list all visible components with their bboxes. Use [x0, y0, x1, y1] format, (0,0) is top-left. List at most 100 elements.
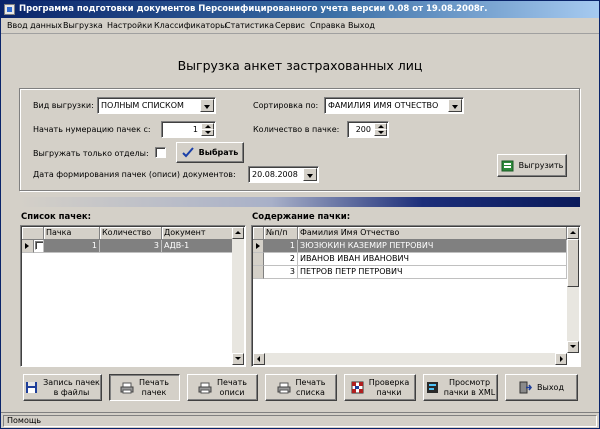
row-indicator: [253, 266, 264, 279]
only-departments-label: Выгружать только отделы:: [33, 149, 149, 158]
cell-full-name: ЗЮЗЮКИН КАЗЕМИР ПЕТРОВИЧ: [298, 240, 567, 253]
packs-grid-header: Пачка Количество Документ: [22, 227, 233, 240]
cell-pack: 1: [44, 240, 100, 253]
contents-grid-header: №п/п Фамилия Имя Отчество: [253, 227, 567, 240]
sort-value: ФАМИЛИЯ ИМЯ ОТЧЕСТВО: [328, 101, 439, 110]
start-number-label: Начать нумерацию пачек с:: [33, 125, 151, 134]
app-icon: [4, 4, 15, 15]
row-indicator: [253, 240, 264, 253]
write-packs-label-line1: Запись пачек: [43, 377, 100, 387]
export-button[interactable]: Выгрузить: [497, 154, 567, 177]
current-row-arrow-icon: [256, 243, 260, 249]
checker-icon: [351, 381, 364, 394]
status-bar: Помощь: [1, 412, 599, 428]
print-packs-button[interactable]: Печать пачек: [109, 374, 180, 401]
export-type-select[interactable]: ПОЛНЫМ СПИСКОМ: [97, 97, 216, 114]
check-pack-button[interactable]: Проверка пачки: [344, 374, 416, 401]
header-corner: [22, 227, 44, 240]
chevron-down-icon[interactable]: [303, 168, 317, 181]
row-indicator: [22, 240, 34, 253]
window-title: Программа подготовки документов Персониф…: [19, 4, 488, 14]
export-button-label: Выгрузить: [518, 160, 564, 170]
cell-count: 3: [100, 240, 162, 253]
pack-contents-grid[interactable]: №п/п Фамилия Имя Отчество 1 ЗЮЗЮКИН КАЗЕ…: [251, 225, 581, 367]
pack-size-value: 200: [355, 125, 371, 134]
scroll-up-icon[interactable]: [567, 227, 579, 239]
contents-horizontal-scrollbar[interactable]: [253, 353, 567, 365]
pack-size-spinner[interactable]: 200: [347, 121, 389, 138]
print-list-label-line2: списка: [296, 387, 325, 397]
exit-door-icon: [519, 381, 533, 394]
packs-grid[interactable]: Пачка Количество Документ 1 3 АДВ-1: [20, 225, 246, 367]
print-list-button[interactable]: Печать списка: [265, 374, 337, 401]
view-xml-label-line2: пачки в XML: [443, 387, 496, 397]
printer-icon: [120, 382, 134, 393]
menu-item-exit[interactable]: Выход: [348, 20, 375, 32]
only-departments-checkbox[interactable]: [155, 147, 166, 158]
print-inventory-button[interactable]: Печать описи: [187, 374, 258, 401]
chevron-down-icon[interactable]: [200, 99, 214, 112]
spin-down-icon[interactable]: [374, 129, 387, 136]
contents-vertical-scrollbar[interactable]: [567, 227, 579, 353]
date-label: Дата формирования пачек (описи) документ…: [33, 170, 236, 179]
printer-icon: [198, 382, 212, 393]
export-type-label: Вид выгрузки:: [33, 101, 94, 110]
start-number-spinner[interactable]: 1: [161, 121, 216, 138]
scroll-down-icon[interactable]: [567, 341, 579, 353]
exit-button-label: Выход: [537, 382, 564, 392]
menu-item-classifiers[interactable]: Классификаторы: [154, 20, 226, 32]
cell-number: 2: [264, 253, 298, 266]
table-row[interactable]: 1 ЗЮЗЮКИН КАЗЕМИР ПЕТРОВИЧ: [253, 240, 567, 253]
checkmark-icon: [181, 147, 194, 158]
export-icon: [501, 160, 514, 172]
spin-down-icon[interactable]: [201, 129, 214, 136]
table-row[interactable]: 3 ПЕТРОВ ПЕТР ПЕТРОВИЧ: [253, 266, 567, 279]
write-packs-to-files-button[interactable]: Запись пачек в файлы: [23, 374, 102, 401]
choose-button[interactable]: Выбрать: [176, 142, 244, 163]
menu-item-service[interactable]: Сервис: [275, 20, 305, 32]
row-indicator: [253, 253, 264, 266]
chevron-down-icon[interactable]: [448, 99, 462, 112]
cell-full-name: ИВАНОВ ИВАН ИВАНОВИЧ: [298, 253, 567, 266]
menu-item-settings[interactable]: Настройки: [107, 20, 152, 32]
table-row[interactable]: 1 3 АДВ-1: [22, 240, 233, 253]
status-text: Помощь: [3, 415, 597, 427]
view-pack-xml-button[interactable]: Просмотр пачки в XML: [423, 374, 498, 401]
current-row-arrow-icon: [25, 243, 29, 249]
cell-document: АДВ-1: [162, 240, 233, 253]
pack-contents-title: Содержание пачки:: [252, 212, 351, 222]
menu-item-input-data[interactable]: Ввод данных: [7, 20, 62, 32]
title-bar[interactable]: Программа подготовки документов Персониф…: [1, 1, 599, 18]
print-list-label-line1: Печать: [295, 377, 326, 387]
scroll-up-icon[interactable]: [232, 227, 244, 239]
print-packs-label-line1: Печать: [139, 377, 169, 387]
column-header-number[interactable]: №п/п: [264, 227, 298, 240]
row-checkbox[interactable]: [35, 241, 43, 250]
row-checkbox-cell[interactable]: [34, 240, 44, 253]
sort-select[interactable]: ФАМИЛИЯ ИМЯ ОТЧЕСТВО: [324, 97, 464, 114]
column-header-count[interactable]: Количество: [100, 227, 162, 240]
column-header-full-name[interactable]: Фамилия Имя Отчество: [298, 227, 567, 240]
xml-view-icon: [426, 382, 438, 393]
scroll-thumb[interactable]: [567, 239, 579, 287]
menu-bar: Ввод данных Выгрузка Настройки Классифик…: [1, 18, 599, 34]
column-header-document[interactable]: Документ: [162, 227, 233, 240]
date-picker[interactable]: 20.08.2008: [248, 166, 319, 183]
menu-item-export[interactable]: Выгрузка: [63, 20, 103, 32]
exit-button[interactable]: Выход: [505, 374, 578, 401]
cell-full-name: ПЕТРОВ ПЕТР ПЕТРОВИЧ: [298, 266, 567, 279]
check-pack-label-line1: Проверка: [368, 377, 410, 387]
packs-vertical-scrollbar[interactable]: [232, 227, 244, 365]
table-row[interactable]: 2 ИВАНОВ ИВАН ИВАНОВИЧ: [253, 253, 567, 266]
scroll-left-icon[interactable]: [253, 353, 265, 365]
scroll-down-icon[interactable]: [232, 353, 244, 365]
start-number-value: 1: [192, 125, 198, 134]
floppy-disk-icon: [26, 382, 38, 393]
sort-label: Сортировка по:: [253, 101, 319, 110]
export-type-value: ПОЛНЫМ СПИСКОМ: [101, 101, 184, 110]
column-header-pack[interactable]: Пачка: [44, 227, 100, 240]
menu-item-statistics[interactable]: Статистика: [225, 20, 274, 32]
packs-list-title: Список пачек:: [21, 212, 92, 222]
menu-item-help[interactable]: Справка: [310, 20, 345, 32]
scroll-right-icon[interactable]: [555, 353, 567, 365]
